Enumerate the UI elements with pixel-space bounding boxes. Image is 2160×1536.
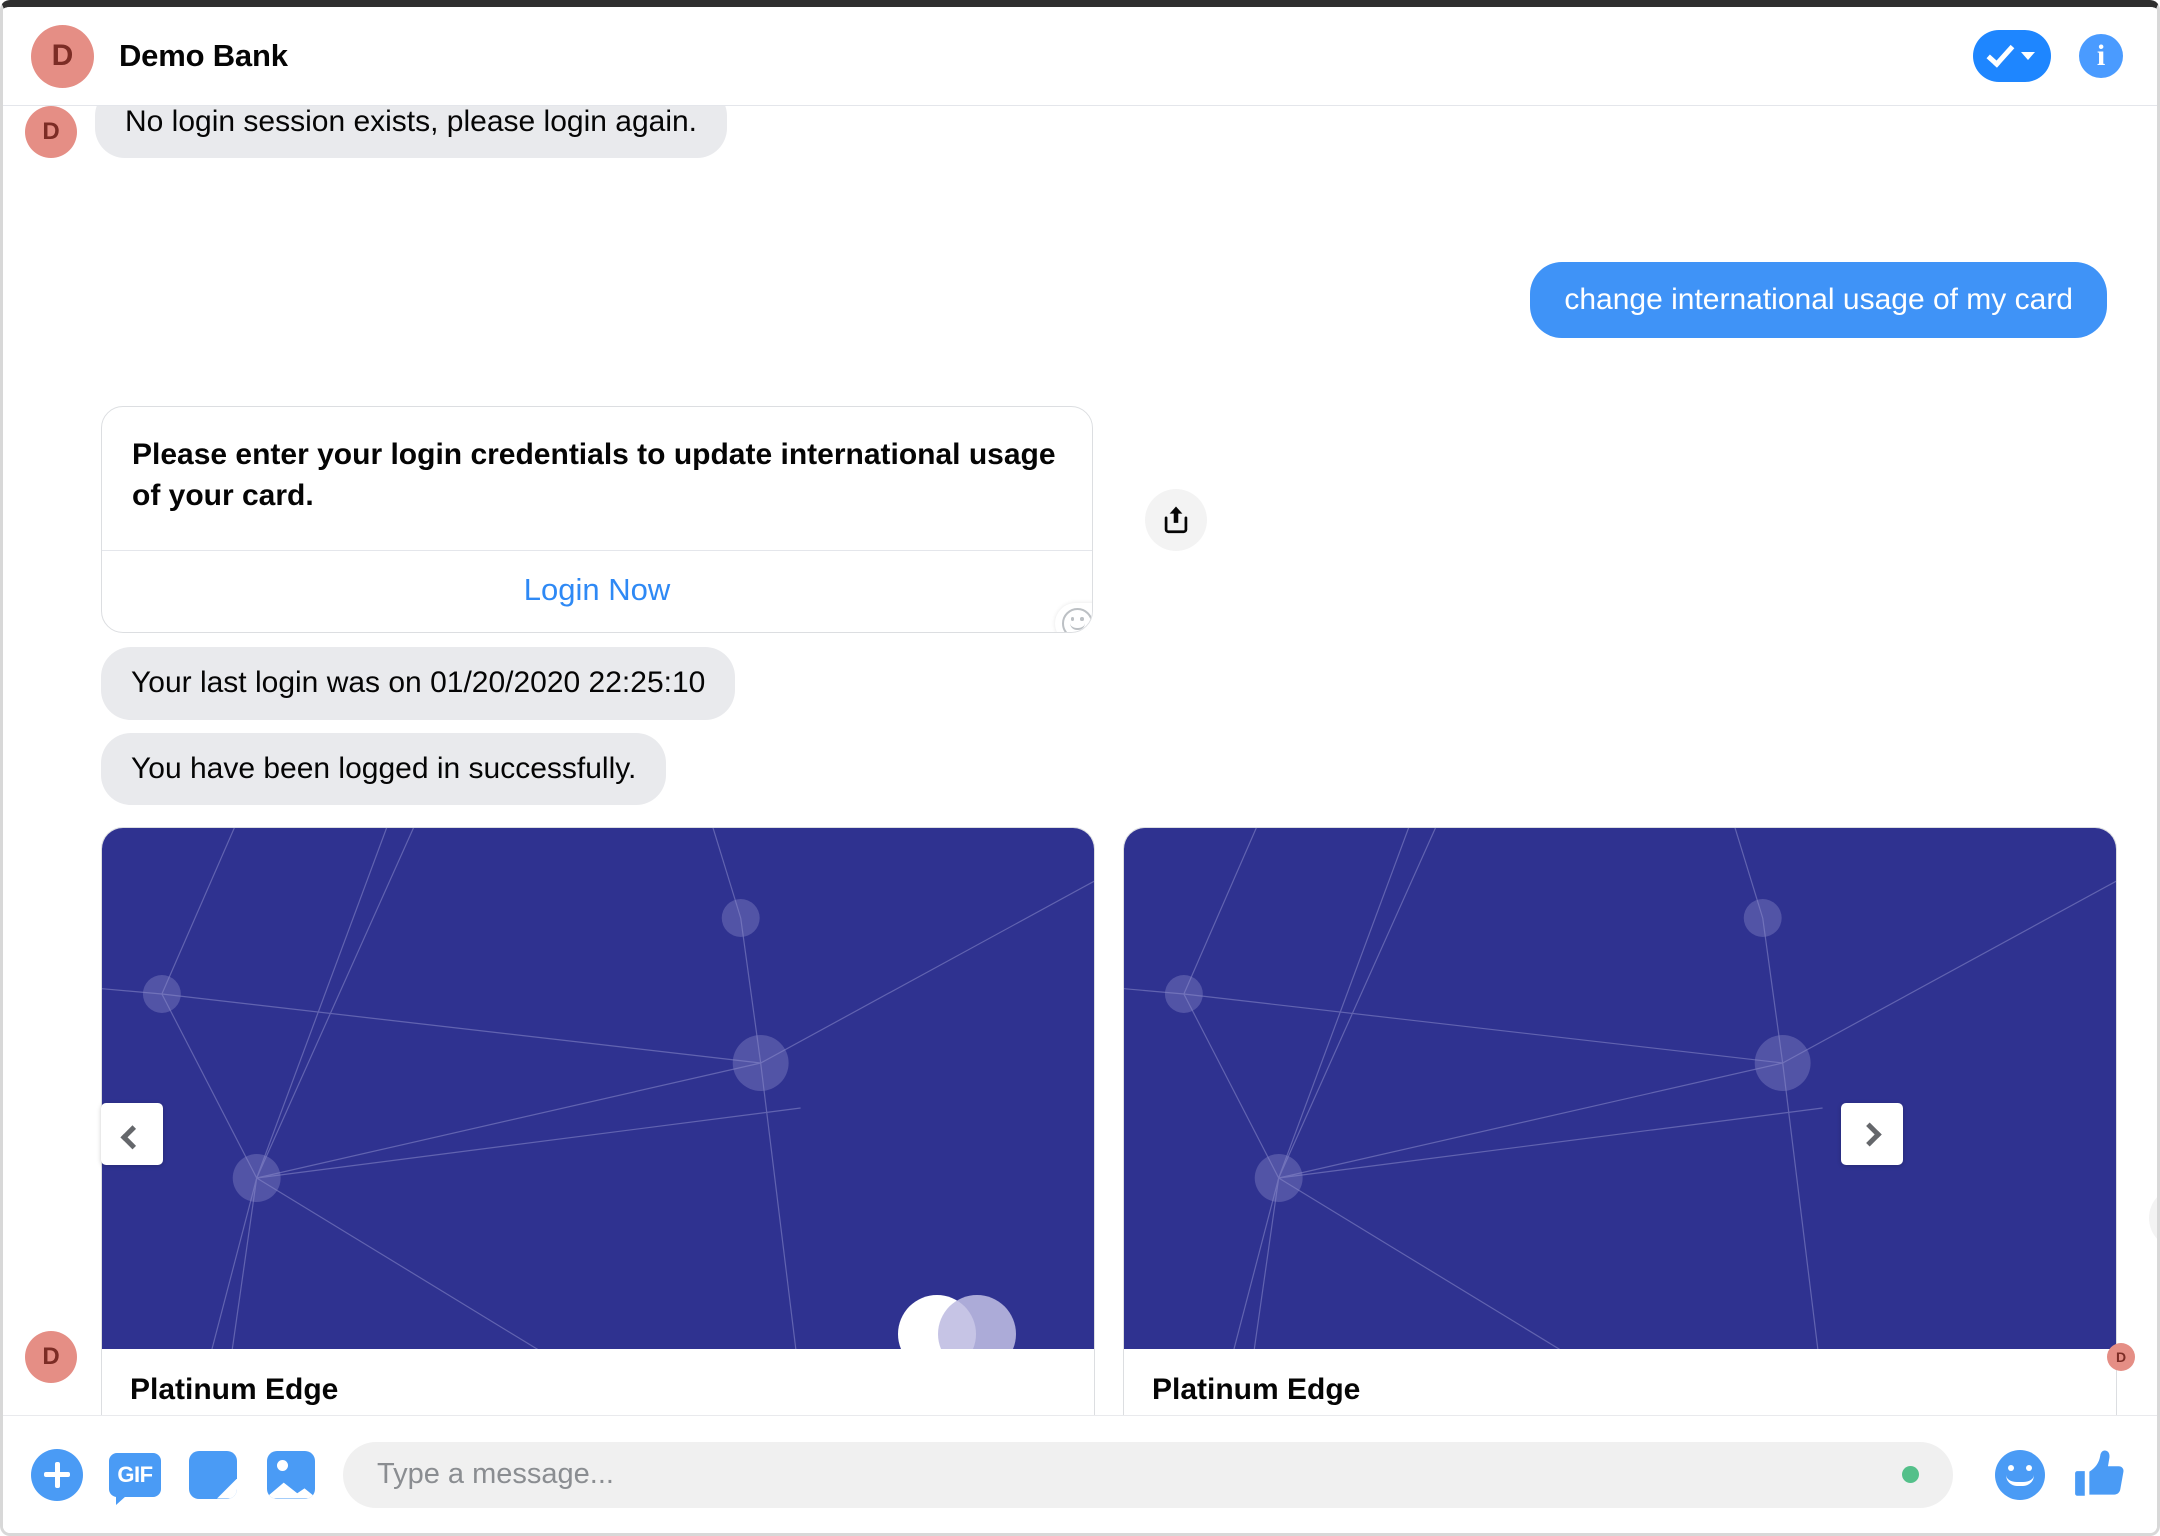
share-button[interactable] [1145,488,1207,551]
network-graphic [102,828,1094,1350]
message-thread[interactable]: D No login session exists, please login … [3,106,2157,1415]
card-body: Platinum Edge Your total outstanding amo… [1124,1349,2116,1415]
avatar: D [25,1331,77,1383]
carousel-next-button[interactable] [1841,1103,1903,1166]
gif-button[interactable]: GIF [109,1449,161,1505]
card-image [102,828,1094,1350]
sticker-button[interactable] [187,1449,239,1501]
share-icon [1164,506,1188,533]
conversation-header: D Demo Bank i [3,7,2157,106]
page-title: Demo Bank [119,38,288,73]
avatar: D [31,24,94,88]
message-composer: GIF Type a message... [3,1415,2157,1533]
card-carousel[interactable]: Platinum Edge Your total outstanding amo… [3,827,2157,1415]
message-bubble[interactable]: You have been logged in successfully. [101,732,667,806]
header-actions: i [1973,30,2123,82]
search-input-placeholder: Type a message... [377,1458,614,1490]
card-title: Platinum Edge [130,1373,339,1407]
messenger-window: D Demo Bank i D No login session exists,… [0,0,2160,1536]
check-icon [1986,38,2015,68]
card-title: Platinum Edge [1152,1373,1361,1407]
login-card-row: Please enter your login credentials to u… [3,406,2157,634]
add-reaction-button[interactable]: + [1054,603,1092,633]
message-row-incoming: You have been logged in successfully. [3,732,2157,806]
login-card[interactable]: Please enter your login credentials to u… [101,406,1093,634]
network-graphic [1124,828,2116,1350]
message-bubble[interactable]: No login session exists, please login ag… [95,106,728,159]
carousel-prev-button[interactable] [101,1103,163,1166]
message-bubble-outgoing[interactable]: change international usage of my card [1530,262,2107,339]
chevron-left-icon [119,1124,145,1150]
generic-card[interactable]: Platinum Edge Your total outstanding amo… [101,827,1095,1415]
emoji-button[interactable] [1995,1449,2045,1500]
message-row-incoming: Your last login was on 01/20/2020 22:25:… [3,647,2157,720]
message-bubble[interactable]: Your last login was on 01/20/2020 22:25:… [101,647,736,720]
seen-receipt: D [2107,1343,2135,1371]
card-image [1124,828,2116,1350]
photo-button[interactable] [265,1449,317,1501]
add-icon [31,1448,83,1501]
avatar: D [25,106,77,159]
gif-icon: GIF [109,1452,161,1505]
message-row-outgoing: change international usage of my card [3,262,2157,339]
login-card-text: Please enter your login credentials to u… [132,438,1056,512]
share-button[interactable] [2149,1187,2157,1250]
card-body: Platinum Edge Your total outstanding amo… [102,1349,1094,1415]
smiley-icon [1061,608,1092,633]
login-now-button[interactable]: Login Now [102,550,1092,632]
message-input-wrapper[interactable]: Type a message... [343,1441,1953,1508]
info-icon[interactable]: i [2079,34,2123,78]
mark-done-button[interactable] [1973,30,2051,82]
message-tools [2149,1187,2157,1250]
chevron-right-icon [1857,1122,1882,1147]
message-row-incoming: D No login session exists, please login … [25,106,728,159]
sticker-icon [189,1450,237,1499]
online-indicator-icon [1902,1466,1919,1483]
add-attachment-button[interactable] [31,1448,83,1501]
chevron-down-icon [2021,52,2035,60]
thumbs-up-icon[interactable] [2071,1446,2129,1504]
card-brand-mark [898,1295,1016,1350]
photo-icon [267,1450,315,1499]
generic-card[interactable]: Platinum Edge Your total outstanding amo… [1123,827,2117,1415]
